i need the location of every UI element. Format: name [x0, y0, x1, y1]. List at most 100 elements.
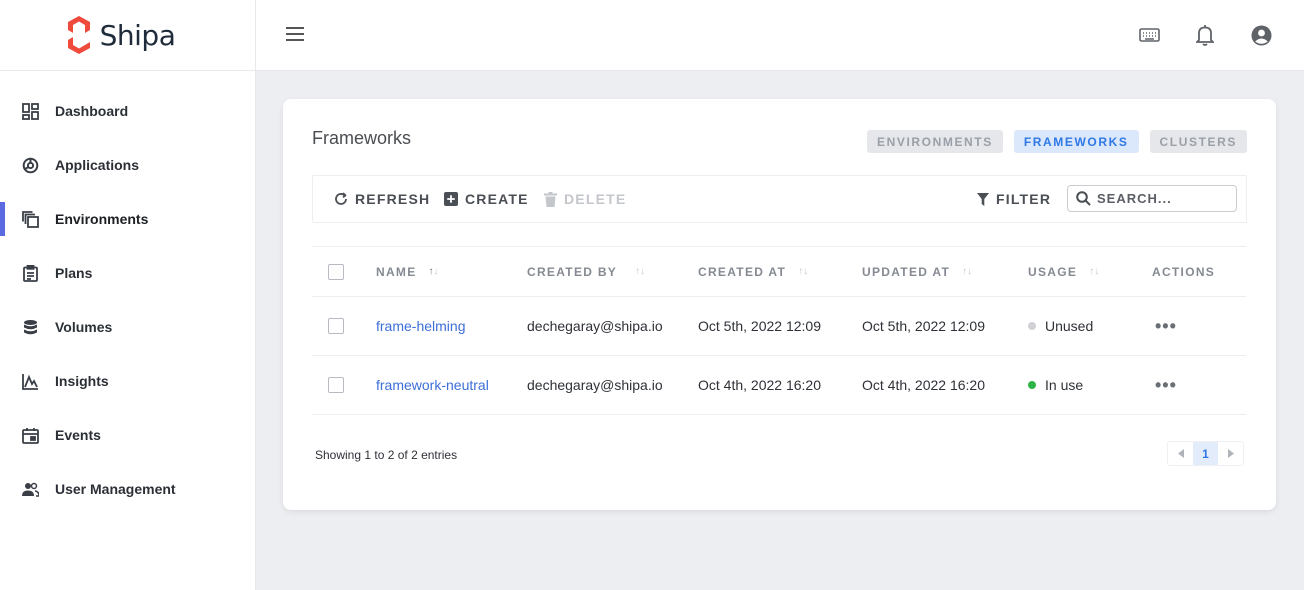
select-all-checkbox[interactable]: [328, 263, 344, 280]
previous-page-button[interactable]: [1168, 442, 1193, 465]
sidebar-item-label: User Management: [55, 481, 176, 497]
refresh-icon: [335, 192, 347, 205]
row-select-cell: [328, 356, 344, 414]
tab-clusters[interactable]: CLUSTERS: [1149, 130, 1247, 153]
page-title: Frameworks: [312, 128, 412, 148]
table-header-row: NAME ↑↓ CREATED BY ↑↓ CREATED AT ↑↓ UPDA…: [312, 246, 1246, 297]
column-label: ACTIONS: [1152, 264, 1216, 279]
sort-icon: ↑↓: [798, 266, 809, 277]
create-button[interactable]: CREATE: [444, 176, 529, 222]
column-label: USAGE: [1028, 264, 1078, 279]
sidebar-item-environments[interactable]: Environments: [0, 192, 255, 246]
usage-cell: Unused: [1028, 297, 1093, 355]
sidebar-item-events[interactable]: Events: [0, 408, 255, 462]
sidebar-item-applications[interactable]: Applications: [0, 138, 255, 192]
sidebar-item-label: Environments: [55, 211, 149, 227]
row-checkbox[interactable]: [328, 318, 344, 334]
actions-cell: •••: [1155, 297, 1177, 355]
column-header-updated-at[interactable]: UPDATED AT ↑↓: [862, 247, 972, 296]
top-bar: [256, 0, 1304, 71]
more-actions-icon[interactable]: •••: [1155, 317, 1177, 335]
column-header-created-at[interactable]: CREATED AT ↑↓: [698, 247, 808, 296]
sidebar-item-label: Volumes: [55, 319, 113, 335]
filter-icon: [977, 192, 989, 206]
sidebar-item-plans[interactable]: Plans: [0, 246, 255, 300]
user-management-icon: [22, 481, 39, 498]
tab-environments[interactable]: ENVIRONMENTS: [866, 130, 1003, 153]
next-page-button[interactable]: [1218, 442, 1243, 465]
sidebar-item-label: Insights: [55, 373, 109, 389]
chevron-right-icon: [1227, 449, 1234, 458]
filter-button[interactable]: FILTER: [977, 176, 1051, 222]
usage-cell: In use: [1028, 356, 1083, 414]
page-button[interactable]: 1: [1193, 442, 1218, 465]
created-by-cell: dechegaray@shipa.io: [527, 377, 663, 393]
sidebar-item-volumes[interactable]: Volumes: [0, 300, 255, 354]
keyboard-icon[interactable]: [1138, 22, 1160, 48]
sort-icon: ↑↓: [1089, 266, 1100, 277]
more-actions-icon[interactable]: •••: [1155, 376, 1177, 394]
entries-summary: Showing 1 to 2 of 2 entries: [315, 448, 458, 462]
column-header-name[interactable]: NAME ↑↓: [376, 247, 439, 296]
add-box-icon: [444, 192, 458, 206]
bell-icon[interactable]: [1194, 22, 1216, 48]
applications-icon: [22, 157, 39, 174]
top-bar-actions: [1138, 22, 1272, 48]
brand[interactable]: Shipa: [0, 0, 255, 71]
sidebar-item-insights[interactable]: Insights: [0, 354, 255, 408]
plans-icon: [22, 264, 39, 282]
column-header-actions: ACTIONS: [1152, 247, 1215, 296]
search-input[interactable]: [1097, 191, 1227, 206]
table-row: framework-neutral dechegaray@shipa.io Oc…: [312, 356, 1246, 415]
column-label: UPDATED AT: [862, 264, 951, 279]
trash-icon: [544, 191, 557, 207]
filter-label: FILTER: [996, 191, 1052, 207]
column-label: CREATED BY: [527, 264, 618, 279]
sidebar-item-label: Events: [55, 427, 101, 443]
sidebar-item-label: Applications: [55, 157, 140, 173]
sidebar-item-label: Dashboard: [55, 103, 129, 119]
volumes-icon: [22, 319, 39, 336]
framework-name-link[interactable]: frame-helming: [376, 318, 465, 334]
environments-icon: [22, 210, 39, 228]
tab-frameworks[interactable]: FRAMEWORKS: [1013, 130, 1139, 153]
sort-icon: ↑↓: [962, 266, 973, 277]
created-at-cell: Oct 5th, 2022 12:09: [698, 318, 821, 334]
framework-name-link[interactable]: framework-neutral: [376, 377, 489, 393]
row-select-cell: [328, 297, 344, 355]
usage-status-dot: [1028, 381, 1036, 389]
refresh-button[interactable]: REFRESH: [334, 176, 430, 222]
sidebar-item-dashboard[interactable]: Dashboard: [0, 84, 255, 138]
account-icon[interactable]: [1250, 22, 1272, 48]
updated-at-cell: Oct 4th, 2022 16:20: [862, 377, 985, 393]
sort-icon: ↑↓: [635, 266, 646, 277]
select-all-cell: [328, 247, 344, 296]
pagination: 1: [1167, 441, 1244, 466]
sidebar-item-user-management[interactable]: User Management: [0, 462, 255, 516]
name-cell: frame-helming: [376, 297, 465, 355]
updated-at-cell: Oct 5th, 2022 12:09: [862, 318, 985, 334]
search-box[interactable]: [1067, 185, 1237, 212]
column-label: CREATED AT: [698, 264, 787, 279]
created-by-cell: dechegaray@shipa.io: [527, 318, 663, 334]
usage-label: In use: [1045, 377, 1084, 393]
delete-label: DELETE: [564, 191, 627, 207]
sidebar: Shipa Dashboard Applications Environment…: [0, 0, 256, 590]
create-label: CREATE: [465, 191, 529, 207]
shipa-logo-icon: [67, 16, 90, 54]
table-toolbar: REFRESH CREATE DELETE FILTER: [312, 175, 1247, 223]
dashboard-icon: [22, 102, 39, 120]
events-icon: [22, 427, 39, 444]
column-header-usage[interactable]: USAGE ↑↓: [1028, 247, 1099, 296]
insights-icon: [22, 373, 39, 390]
sort-ascending-icon: ↑↓: [428, 266, 439, 277]
row-checkbox[interactable]: [328, 377, 344, 393]
table-row: frame-helming dechegaray@shipa.io Oct 5t…: [312, 297, 1246, 356]
delete-button[interactable]: DELETE: [544, 176, 626, 222]
actions-cell: •••: [1155, 356, 1177, 414]
name-cell: framework-neutral: [376, 356, 489, 414]
menu-icon[interactable]: [286, 27, 304, 41]
column-header-created-by[interactable]: CREATED BY ↑↓: [527, 247, 645, 296]
created-at-cell: Oct 4th, 2022 16:20: [698, 377, 821, 393]
usage-label: Unused: [1045, 318, 1094, 334]
